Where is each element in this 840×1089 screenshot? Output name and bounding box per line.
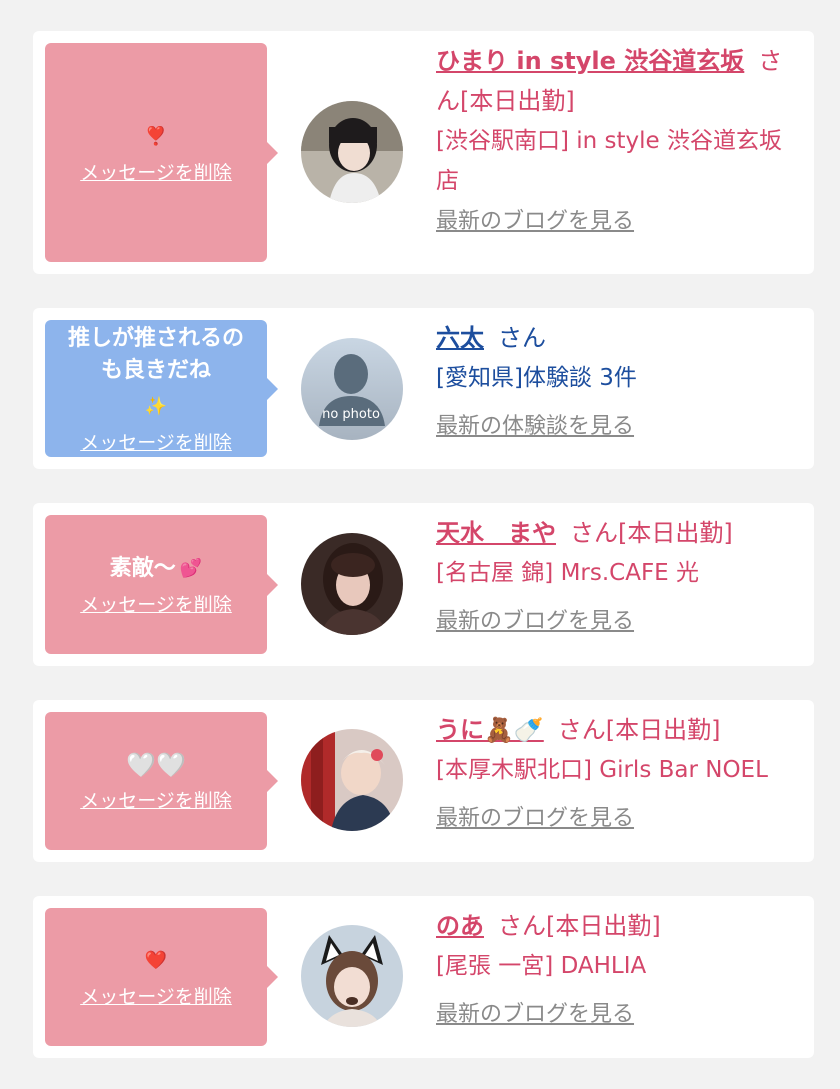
heart-icon: ❤️	[144, 950, 168, 971]
profile-name-link[interactable]: 六太	[436, 324, 484, 352]
message-card: 🤍🤍 メッセージを削除 うに🧸🍼 さん[本日出勤] [本厚木駅北口] Girls …	[33, 700, 814, 862]
avatar[interactable]	[301, 533, 403, 635]
message-card: 素敵〜 💕 メッセージを削除 天水 まや さん[本日出勤] [名古屋 錦] Mrs.…	[33, 503, 814, 666]
delete-message-link[interactable]: メッセージを削除	[80, 985, 232, 1009]
message-text: ❣️	[135, 121, 177, 153]
latest-blog-link[interactable]: 最新のブログを見る	[436, 609, 634, 634]
message-bubble: 素敵〜 💕 メッセージを削除	[45, 515, 278, 654]
shop-info: [尾張 一宮] DAHLIA	[436, 953, 647, 979]
message-card: 推しが推されるのも良きだね ✨ メッセージを削除 no photo 六太さん	[33, 308, 814, 469]
profile-name-link[interactable]: のあ	[436, 912, 484, 940]
heart-exclamation-icon: ❣️	[144, 125, 168, 147]
message-text: ❤️	[135, 945, 177, 977]
message-list: ❣️ メッセージを削除 ひまり in style 渋谷道玄坂 さん[本日出勤] […	[0, 0, 840, 1089]
profile-name-link[interactable]: ひまり in style 渋谷道玄坂	[436, 47, 744, 75]
delete-message-link[interactable]: メッセージを削除	[80, 593, 232, 617]
message-body: 推しが推されるのも良きだね	[67, 325, 244, 383]
no-photo-label: no photo	[322, 407, 380, 422]
avatar[interactable]	[301, 925, 403, 1027]
message-bubble: 🤍🤍 メッセージを削除	[45, 712, 278, 850]
shop-info: [本厚木駅北口] Girls Bar NOEL	[436, 757, 768, 783]
profile-name-link[interactable]: 天水 まや	[436, 519, 556, 547]
shop-info: [渋谷駅南口] in style 渋谷道玄坂店	[436, 128, 782, 194]
heart-eyes-icon: 💕	[179, 557, 203, 579]
name-suffix: さん	[498, 324, 546, 352]
sparkles-icon: ✨	[144, 395, 168, 417]
message-card: ❤️ メッセージを削除 のあ さん[本日出勤] [尾張 一宮] DAHLIA 最…	[33, 896, 814, 1058]
delete-message-link[interactable]: メッセージを削除	[80, 431, 232, 455]
shop-info: [愛知県]体験談 3件	[436, 365, 637, 391]
message-card: ❣️ メッセージを削除 ひまり in style 渋谷道玄坂 さん[本日出勤] […	[33, 31, 814, 274]
name-suffix: さん[本日出勤]	[557, 716, 721, 744]
avatar[interactable]	[301, 101, 403, 203]
message-text: 素敵〜 💕	[100, 553, 212, 585]
message-text: 推しが推されるのも良きだね ✨	[51, 323, 261, 423]
profile-info: 天水 まや さん[本日出勤] [名古屋 錦] Mrs.CAFE 光 最新のブログを…	[436, 513, 798, 637]
latest-blog-link[interactable]: 最新のブログを見る	[436, 1002, 634, 1027]
message-body: 素敵〜	[109, 555, 176, 581]
latest-blog-link[interactable]: 最新のブログを見る	[436, 209, 634, 234]
white-hearts-icon: 🤍🤍	[126, 751, 186, 779]
profile-name-link[interactable]: うに🧸🍼	[436, 716, 544, 744]
name-suffix: さん[本日出勤]	[498, 912, 661, 940]
delete-message-link[interactable]: メッセージを削除	[80, 789, 232, 813]
latest-reviews-link[interactable]: 最新の体験談を見る	[436, 414, 634, 439]
profile-info: うに🧸🍼 さん[本日出勤] [本厚木駅北口] Girls Bar NOEL 最新の…	[436, 710, 798, 834]
message-text: 🤍🤍	[116, 749, 196, 781]
latest-blog-link[interactable]: 最新のブログを見る	[436, 806, 634, 831]
delete-message-link[interactable]: メッセージを削除	[80, 161, 232, 185]
profile-info: のあ さん[本日出勤] [尾張 一宮] DAHLIA 最新のブログを見る	[436, 906, 798, 1030]
shop-info: [名古屋 錦] Mrs.CAFE 光	[436, 560, 700, 586]
avatar[interactable]	[301, 729, 403, 831]
name-suffix: さん[本日出勤]	[570, 519, 733, 547]
message-bubble: ❤️ メッセージを削除	[45, 908, 278, 1046]
profile-info: ひまり in style 渋谷道玄坂 さん[本日出勤] [渋谷駅南口] in st…	[436, 41, 798, 237]
message-bubble: ❣️ メッセージを削除	[45, 43, 278, 262]
profile-info: 六太 さん [愛知県]体験談 3件 最新の体験談を見る	[436, 318, 798, 442]
avatar[interactable]: no photo	[301, 338, 403, 440]
message-bubble: 推しが推されるのも良きだね ✨ メッセージを削除	[45, 320, 278, 457]
